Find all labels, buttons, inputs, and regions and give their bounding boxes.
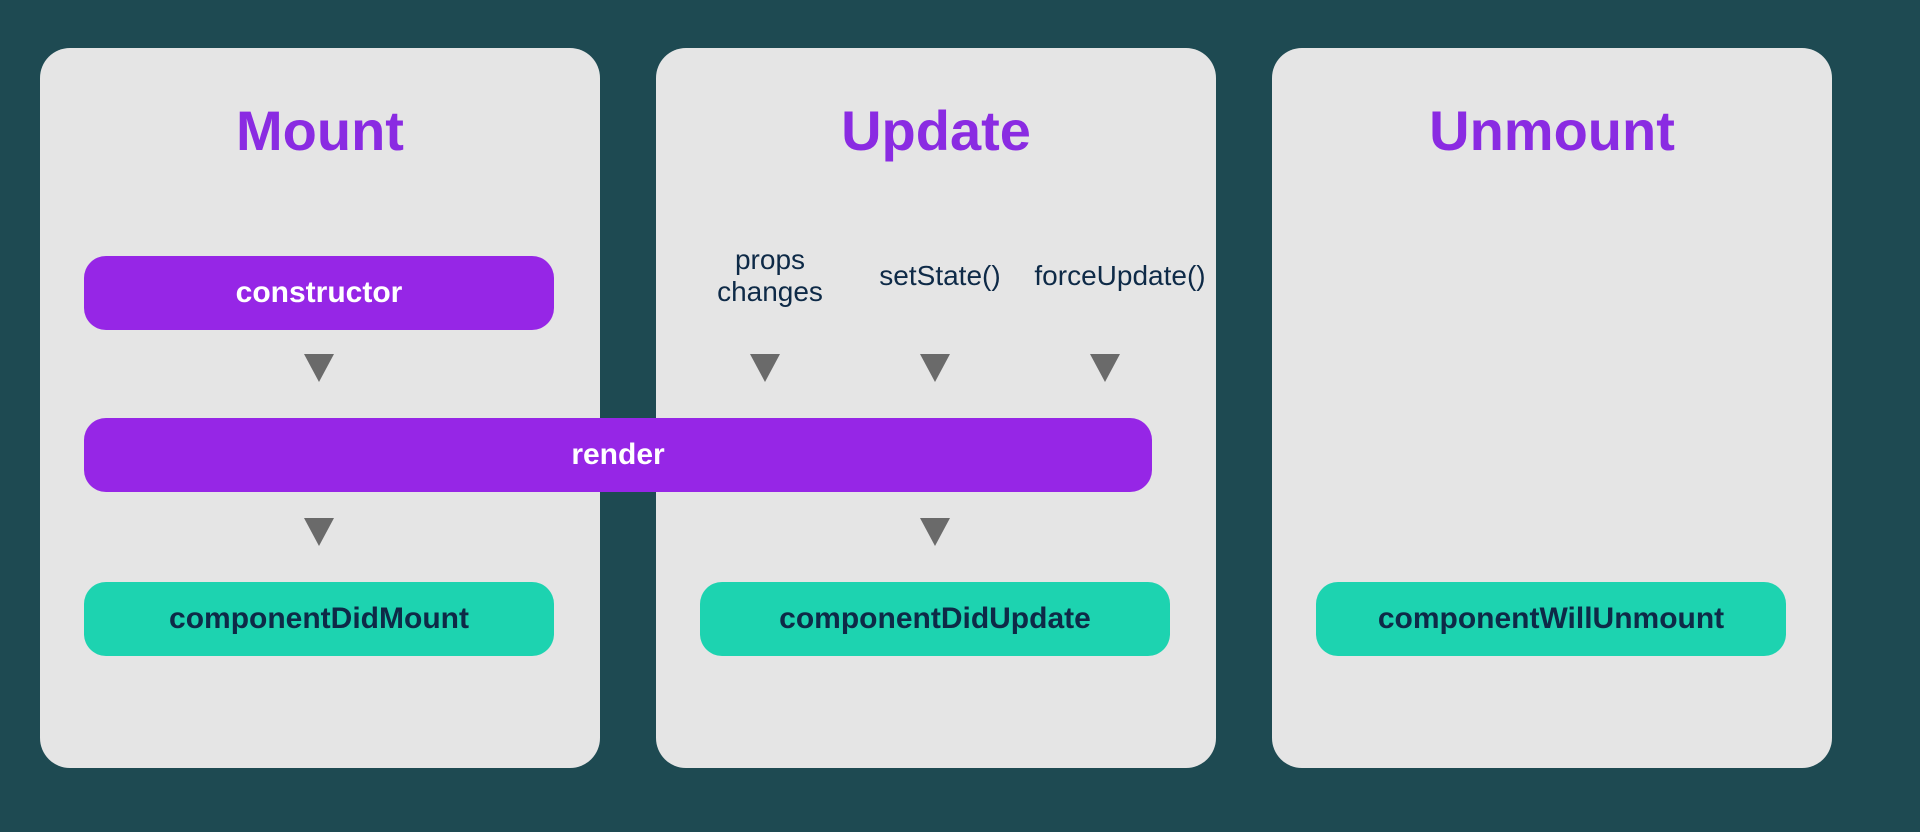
trigger-forceupdate: forceUpdate()	[1020, 260, 1220, 292]
cdu-label: componentDidUpdate	[779, 602, 1091, 636]
component-did-mount-pill: componentDidMount	[84, 582, 554, 656]
constructor-label: constructor	[236, 276, 403, 310]
component-did-update-pill: componentDidUpdate	[700, 582, 1170, 656]
panel-mount: Mount	[40, 48, 600, 768]
trigger-props-line2: changes	[700, 276, 840, 308]
arrow-down-icon	[304, 518, 334, 546]
lifecycle-diagram: Mount Update Unmount constructor render …	[0, 0, 1920, 832]
panel-title-mount: Mount	[40, 98, 600, 163]
panel-title-unmount: Unmount	[1272, 98, 1832, 163]
arrow-down-icon	[920, 354, 950, 382]
cwu-label: componentWillUnmount	[1378, 602, 1724, 636]
arrow-down-icon	[920, 518, 950, 546]
trigger-props-changes: props changes	[700, 244, 840, 308]
panel-unmount: Unmount	[1272, 48, 1832, 768]
panel-title-update: Update	[656, 98, 1216, 163]
trigger-setstate: setState()	[860, 260, 1020, 292]
trigger-props-line1: props	[700, 244, 840, 276]
panel-update: Update	[656, 48, 1216, 768]
arrow-down-icon	[750, 354, 780, 382]
render-pill: render	[84, 418, 1152, 492]
arrow-down-icon	[1090, 354, 1120, 382]
constructor-pill: constructor	[84, 256, 554, 330]
arrow-down-icon	[304, 354, 334, 382]
component-will-unmount-pill: componentWillUnmount	[1316, 582, 1786, 656]
cdm-label: componentDidMount	[169, 602, 469, 636]
render-label: render	[571, 438, 664, 472]
